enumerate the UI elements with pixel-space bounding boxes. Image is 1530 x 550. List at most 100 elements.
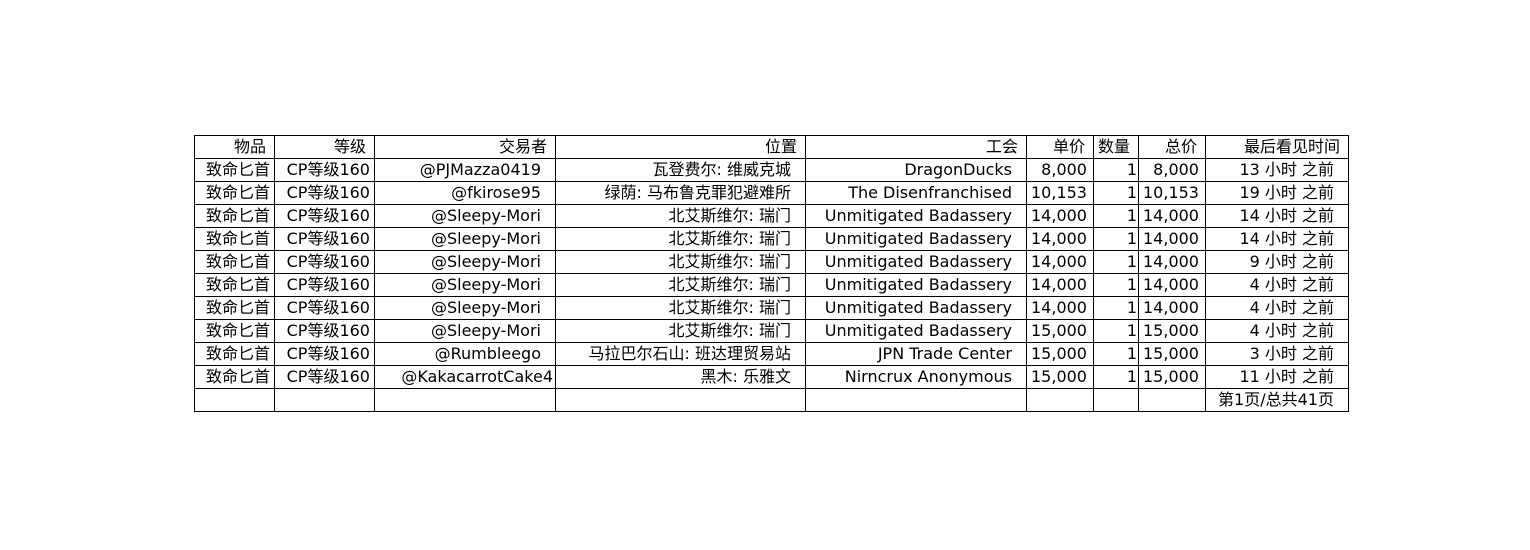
last-seen-cell: 4 小时 之前 bbox=[1204, 273, 1349, 297]
guild-cell: JPN Trade Center bbox=[805, 342, 1027, 366]
last-seen-cell: 9 小时 之前 bbox=[1204, 250, 1349, 274]
table-row: 致命匕首 CP等级160 @PJMazza0419 瓦登费尔: 维威克城 Dra… bbox=[194, 158, 1349, 182]
level-cell: CP等级160 bbox=[274, 250, 375, 274]
guild-cell: Unmitigated Badassery bbox=[805, 273, 1027, 297]
item-cell: 致命匕首 bbox=[194, 250, 275, 274]
item-cell: 致命匕首 bbox=[194, 158, 275, 182]
trader-cell[interactable]: @Sleepy-Mori bbox=[374, 204, 556, 228]
empty-cell bbox=[1092, 388, 1140, 412]
level-cell: CP等级160 bbox=[274, 319, 375, 343]
level-cell: CP等级160 bbox=[274, 342, 375, 366]
trader-cell[interactable]: @KakacarrotCake4 bbox=[374, 365, 556, 389]
location-cell: 马拉巴尔石山: 班达理贸易站 bbox=[555, 342, 806, 366]
table-body: 致命匕首 CP等级160 @PJMazza0419 瓦登费尔: 维威克城 Dra… bbox=[194, 158, 1349, 412]
location-cell: 北艾斯维尔: 瑞门 bbox=[555, 227, 806, 251]
empty-cell bbox=[805, 388, 1027, 412]
empty-cell bbox=[1138, 388, 1206, 412]
unit-price-cell: 15,000 bbox=[1026, 365, 1094, 389]
quantity-cell: 1 bbox=[1092, 250, 1140, 274]
unit-price-cell: 15,000 bbox=[1026, 342, 1094, 366]
column-header-total-price[interactable]: 总价 bbox=[1138, 135, 1206, 159]
location-cell: 北艾斯维尔: 瑞门 bbox=[555, 319, 806, 343]
unit-price-cell: 10,153 bbox=[1026, 181, 1094, 205]
item-cell: 致命匕首 bbox=[194, 365, 275, 389]
table-header: 物品 等级 交易者 位置 工会 单价 数量 总价 最后看见时间 bbox=[194, 135, 1349, 159]
table-row: 致命匕首 CP等级160 @fkirose95 绿荫: 马布鲁克罪犯避难所 Th… bbox=[194, 181, 1349, 205]
trader-cell[interactable]: @Sleepy-Mori bbox=[374, 227, 556, 251]
total-price-cell: 14,000 bbox=[1138, 227, 1206, 251]
total-price-cell: 14,000 bbox=[1138, 250, 1206, 274]
item-cell: 致命匕首 bbox=[194, 273, 275, 297]
table-row: 致命匕首 CP等级160 @Sleepy-Mori 北艾斯维尔: 瑞门 Unmi… bbox=[194, 227, 1349, 251]
last-seen-cell: 3 小时 之前 bbox=[1204, 342, 1349, 366]
item-cell: 致命匕首 bbox=[194, 181, 275, 205]
trader-cell[interactable]: @Sleepy-Mori bbox=[374, 250, 556, 274]
trader-cell[interactable]: @PJMazza0419 bbox=[374, 158, 556, 182]
table-row: 致命匕首 CP等级160 @Sleepy-Mori 北艾斯维尔: 瑞门 Unmi… bbox=[194, 250, 1349, 274]
pagination-label[interactable]: 第1页/总共41页 bbox=[1204, 388, 1349, 412]
column-header-location[interactable]: 位置 bbox=[555, 135, 806, 159]
guild-cell: Unmitigated Badassery bbox=[805, 227, 1027, 251]
total-price-cell: 15,000 bbox=[1138, 365, 1206, 389]
table-row: 致命匕首 CP等级160 @Sleepy-Mori 北艾斯维尔: 瑞门 Unmi… bbox=[194, 204, 1349, 228]
location-cell: 北艾斯维尔: 瑞门 bbox=[555, 296, 806, 320]
total-price-cell: 14,000 bbox=[1138, 296, 1206, 320]
total-price-cell: 14,000 bbox=[1138, 204, 1206, 228]
quantity-cell: 1 bbox=[1092, 181, 1140, 205]
unit-price-cell: 14,000 bbox=[1026, 296, 1094, 320]
unit-price-cell: 14,000 bbox=[1026, 227, 1094, 251]
table-row: 致命匕首 CP等级160 @Sleepy-Mori 北艾斯维尔: 瑞门 Unmi… bbox=[194, 273, 1349, 297]
column-header-last-seen[interactable]: 最后看见时间 bbox=[1204, 135, 1349, 159]
location-cell: 北艾斯维尔: 瑞门 bbox=[555, 273, 806, 297]
unit-price-cell: 15,000 bbox=[1026, 319, 1094, 343]
last-seen-cell: 14 小时 之前 bbox=[1204, 227, 1349, 251]
trader-cell[interactable]: @Sleepy-Mori bbox=[374, 296, 556, 320]
total-price-cell: 8,000 bbox=[1138, 158, 1206, 182]
guild-cell: The Disenfranchised bbox=[805, 181, 1027, 205]
guild-cell: Unmitigated Badassery bbox=[805, 319, 1027, 343]
column-header-item[interactable]: 物品 bbox=[194, 135, 275, 159]
column-header-trader[interactable]: 交易者 bbox=[374, 135, 556, 159]
last-seen-cell: 4 小时 之前 bbox=[1204, 319, 1349, 343]
column-header-quantity[interactable]: 数量 bbox=[1092, 135, 1140, 159]
column-header-unit-price[interactable]: 单价 bbox=[1026, 135, 1094, 159]
table-row: 致命匕首 CP等级160 @Sleepy-Mori 北艾斯维尔: 瑞门 Unmi… bbox=[194, 296, 1349, 320]
item-cell: 致命匕首 bbox=[194, 342, 275, 366]
last-seen-cell: 4 小时 之前 bbox=[1204, 296, 1349, 320]
level-cell: CP等级160 bbox=[274, 296, 375, 320]
item-cell: 致命匕首 bbox=[194, 227, 275, 251]
total-price-cell: 15,000 bbox=[1138, 342, 1206, 366]
column-header-level[interactable]: 等级 bbox=[274, 135, 375, 159]
last-seen-cell: 11 小时 之前 bbox=[1204, 365, 1349, 389]
quantity-cell: 1 bbox=[1092, 273, 1140, 297]
trader-cell[interactable]: @fkirose95 bbox=[374, 181, 556, 205]
quantity-cell: 1 bbox=[1092, 227, 1140, 251]
quantity-cell: 1 bbox=[1092, 342, 1140, 366]
level-cell: CP等级160 bbox=[274, 181, 375, 205]
level-cell: CP等级160 bbox=[274, 365, 375, 389]
trader-cell[interactable]: @Rumbleego bbox=[374, 342, 556, 366]
table-row: 致命匕首 CP等级160 @Rumbleego 马拉巴尔石山: 班达理贸易站 J… bbox=[194, 342, 1349, 366]
quantity-cell: 1 bbox=[1092, 319, 1140, 343]
total-price-cell: 10,153 bbox=[1138, 181, 1206, 205]
guild-cell: Unmitigated Badassery bbox=[805, 250, 1027, 274]
empty-cell bbox=[1026, 388, 1094, 412]
quantity-cell: 1 bbox=[1092, 296, 1140, 320]
unit-price-cell: 14,000 bbox=[1026, 250, 1094, 274]
table-row: 致命匕首 CP等级160 @KakacarrotCake4 黑木: 乐雅文 Ni… bbox=[194, 365, 1349, 389]
last-seen-cell: 13 小时 之前 bbox=[1204, 158, 1349, 182]
empty-cell bbox=[274, 388, 375, 412]
listings-table: 物品 等级 交易者 位置 工会 单价 数量 总价 最后看见时间 致命匕首 CP等… bbox=[194, 135, 1349, 412]
location-cell: 北艾斯维尔: 瑞门 bbox=[555, 250, 806, 274]
guild-cell: DragonDucks bbox=[805, 158, 1027, 182]
total-price-cell: 14,000 bbox=[1138, 273, 1206, 297]
empty-cell bbox=[194, 388, 275, 412]
item-cell: 致命匕首 bbox=[194, 296, 275, 320]
column-header-guild[interactable]: 工会 bbox=[805, 135, 1027, 159]
trader-cell[interactable]: @Sleepy-Mori bbox=[374, 273, 556, 297]
quantity-cell: 1 bbox=[1092, 158, 1140, 182]
last-seen-cell: 14 小时 之前 bbox=[1204, 204, 1349, 228]
location-cell: 绿荫: 马布鲁克罪犯避难所 bbox=[555, 181, 806, 205]
trader-cell[interactable]: @Sleepy-Mori bbox=[374, 319, 556, 343]
guild-cell: Unmitigated Badassery bbox=[805, 296, 1027, 320]
